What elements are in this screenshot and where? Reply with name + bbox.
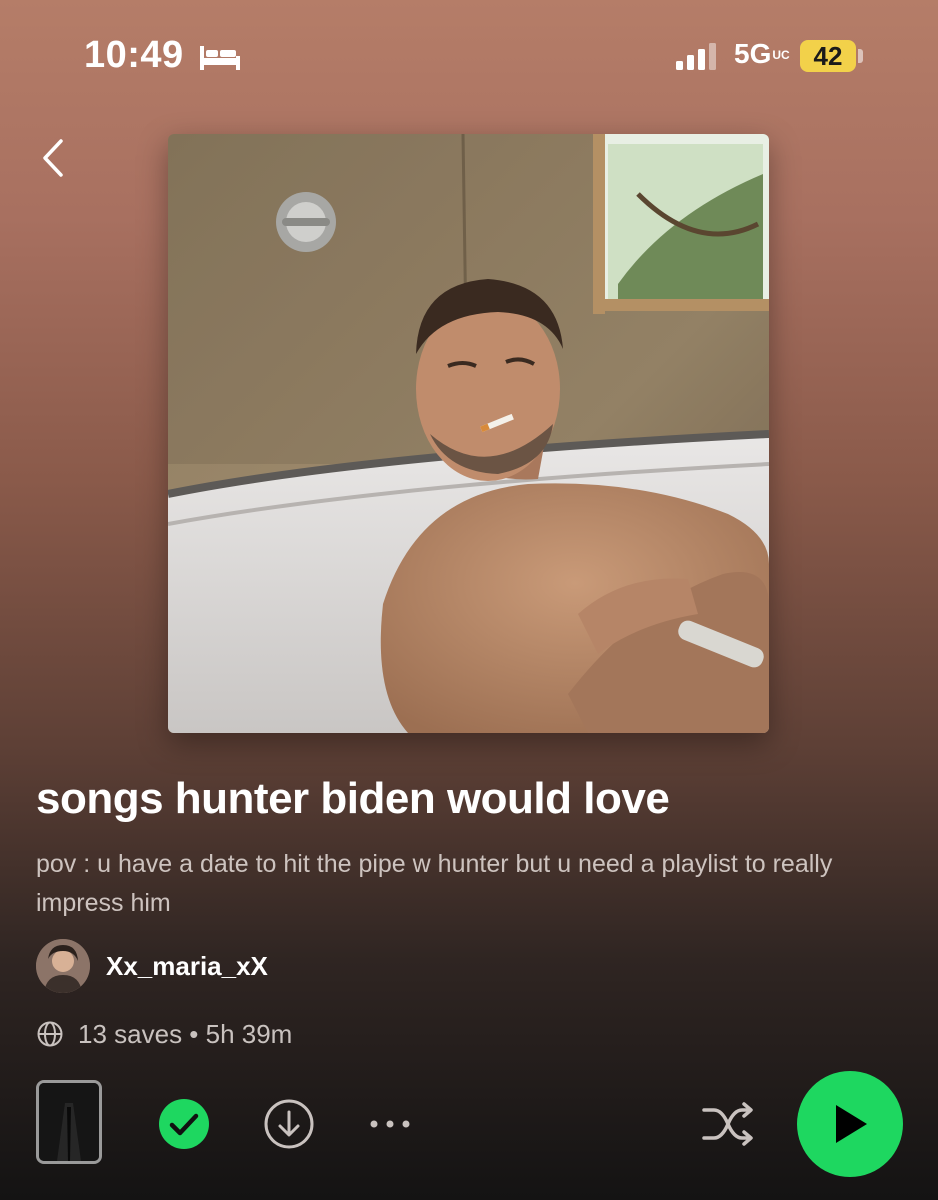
- playlist-description: pov : u have a date to hit the pipe w hu…: [36, 850, 833, 917]
- status-time: 10:49: [84, 34, 184, 76]
- back-button[interactable]: [28, 130, 78, 186]
- playlist-title: songs hunter biden would love: [36, 774, 670, 823]
- globe-icon: [37, 1021, 63, 1047]
- more-options-button[interactable]: [366, 1110, 414, 1138]
- owner-name: Xx_maria_xX: [106, 950, 268, 981]
- playlist-meta: 13 saves • 5h 39m: [36, 1014, 292, 1054]
- playlist-preview-thumbnail[interactable]: [36, 1080, 102, 1164]
- chevron-left-icon: [43, 139, 63, 177]
- more-icon: [370, 1120, 410, 1128]
- play-icon: [836, 1105, 867, 1143]
- playlist-cover-art: [168, 134, 769, 733]
- download-button[interactable]: [263, 1098, 315, 1150]
- play-button[interactable]: [797, 1071, 903, 1177]
- battery-nub: [858, 49, 863, 63]
- bed-icon: [200, 46, 240, 70]
- signal-icon: [676, 43, 716, 70]
- network-label: 5GUC: [734, 38, 790, 69]
- shuffle-icon: [702, 1102, 753, 1146]
- download-icon: [264, 1099, 314, 1149]
- battery-indicator: 42: [800, 40, 856, 72]
- shuffle-button[interactable]: [700, 1100, 756, 1148]
- owner-profile-link[interactable]: Xx_maria_xX: [36, 938, 268, 994]
- saves-duration-text: 13 saves • 5h 39m: [78, 1018, 293, 1049]
- avatar: [36, 939, 90, 993]
- check-circle-icon: [159, 1099, 209, 1149]
- saved-button[interactable]: [158, 1098, 210, 1150]
